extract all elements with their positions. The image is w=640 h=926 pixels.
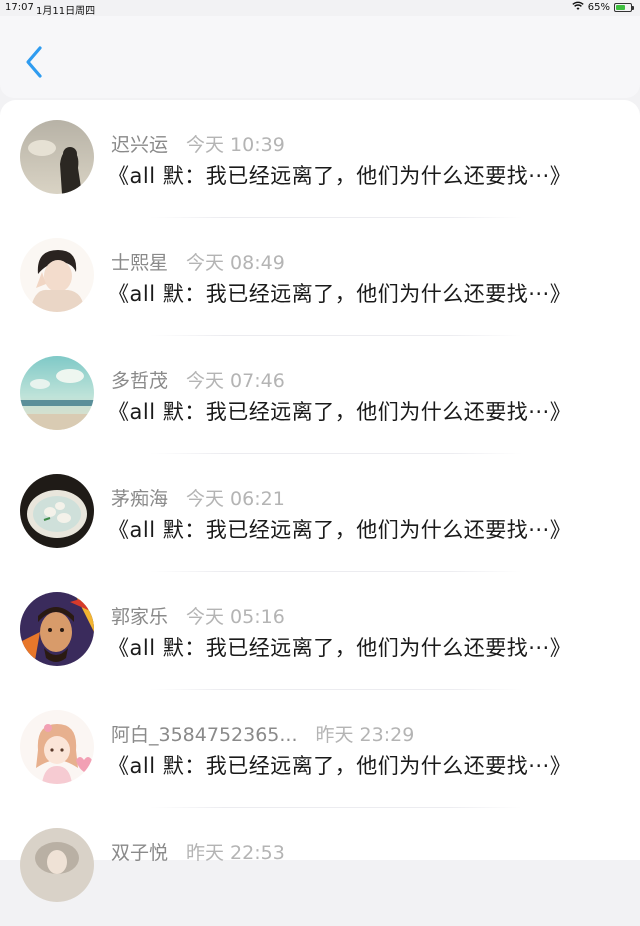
wifi-icon	[572, 1, 584, 14]
message-time: 今天 08:49	[186, 252, 285, 274]
message-text: 《all 默：我已经远离了，他们为什么还要找···》	[108, 164, 572, 188]
status-right: 65%	[572, 1, 634, 14]
message-time: 昨天 22:53	[186, 842, 285, 864]
list-item[interactable]: 多哲茂 今天 07:46 《all 默：我已经远离了，他们为什么还要找···》	[0, 336, 640, 454]
message-text: 《all 默：我已经远离了，他们为什么还要找···》	[108, 282, 572, 306]
back-button[interactable]	[16, 44, 52, 84]
message-list: 迟兴运 今天 10:39 《all 默：我已经远离了，他们为什么还要找···》 士…	[0, 100, 640, 902]
sender-name: 迟兴运 今天 10:39	[111, 134, 285, 156]
message-text: 《all 默：我已经远离了，他们为什么还要找···》	[108, 754, 572, 778]
message-time: 昨天 23:29	[315, 724, 415, 746]
avatar[interactable]	[20, 710, 94, 784]
avatar[interactable]	[20, 592, 94, 666]
message-time: 今天 10:39	[186, 134, 285, 156]
list-item[interactable]: 郭家乐 今天 05:16 《all 默：我已经远离了，他们为什么还要找···》	[0, 572, 640, 690]
status-time: 17:07	[5, 2, 34, 13]
message-time: 今天 05:16	[186, 606, 285, 628]
sender-name: 士熙星 今天 08:49	[111, 252, 285, 274]
message-time: 今天 07:46	[186, 370, 285, 392]
message-text: 《all 默：我已经远离了，他们为什么还要找···》	[108, 400, 572, 424]
sender-name: 郭家乐 今天 05:16	[111, 606, 285, 628]
sender-name: 阿白_3584752365... 昨天 23:29	[111, 724, 415, 746]
sender-name: 茅痴海 今天 06:21	[111, 488, 285, 510]
chevron-left-icon	[24, 45, 44, 83]
battery-percent: 65%	[587, 2, 610, 13]
list-item[interactable]: 士熙星 今天 08:49 《all 默：我已经远离了，他们为什么还要找···》	[0, 218, 640, 336]
list-item[interactable]: 迟兴运 今天 10:39 《all 默：我已经远离了，他们为什么还要找···》	[0, 100, 640, 218]
list-item[interactable]: 茅痴海 今天 06:21 《all 默：我已经远离了，他们为什么还要找···》	[0, 454, 640, 572]
message-time: 今天 06:21	[186, 488, 285, 510]
message-text: 《all 默：我已经远离了，他们为什么还要找···》	[108, 518, 572, 542]
sender-name: 双子悦 昨天 22:53	[111, 842, 285, 864]
nav-header	[0, 16, 640, 98]
avatar[interactable]	[20, 238, 94, 312]
sender-name: 多哲茂 今天 07:46	[111, 370, 285, 392]
avatar[interactable]	[20, 120, 94, 194]
avatar[interactable]	[20, 828, 94, 902]
list-item[interactable]: 阿白_3584752365... 昨天 23:29 《all 默：我已经远离了，他…	[0, 690, 640, 808]
message-text: 《all 默：我已经远离了，他们为什么还要找···》	[108, 636, 572, 660]
avatar[interactable]	[20, 356, 94, 430]
avatar[interactable]	[20, 474, 94, 548]
list-item[interactable]: 双子悦 昨天 22:53	[0, 808, 640, 926]
status-date: 1月11日周四	[36, 6, 96, 17]
battery-icon	[614, 3, 634, 12]
status-bar: 17:07 1月11日周四 65%	[0, 0, 640, 17]
